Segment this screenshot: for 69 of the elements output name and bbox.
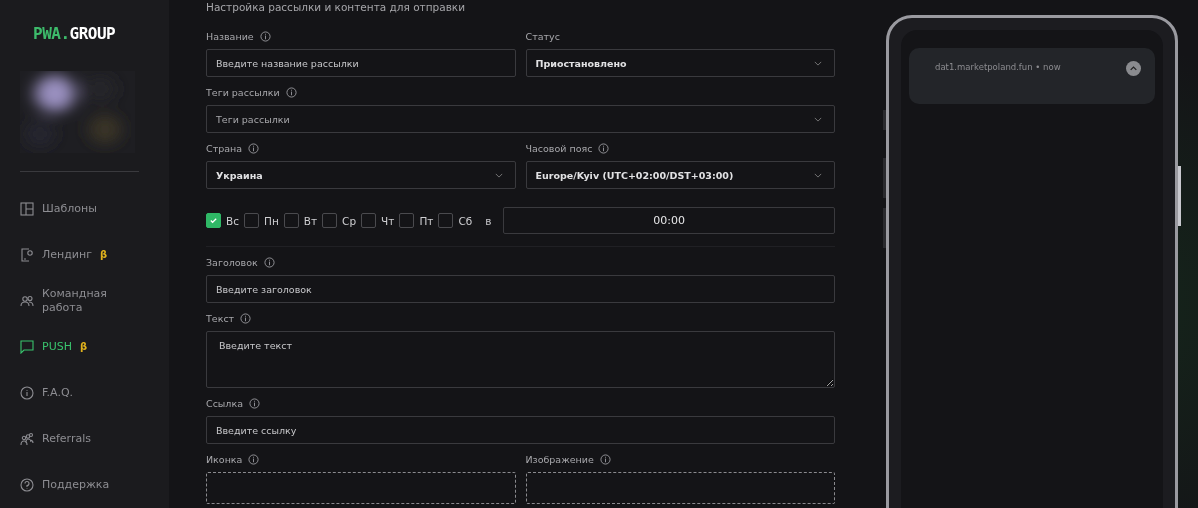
chat-icon (20, 340, 34, 354)
day-checkbox[interactable] (399, 213, 415, 228)
nav-item[interactable]: Шаблоны (0, 186, 103, 232)
text-area[interactable]: Введите текст (206, 331, 835, 388)
icon-dropzone[interactable] (206, 472, 516, 504)
day-label: Вс (226, 214, 239, 227)
field-label: Статус (525, 30, 560, 42)
day-label: Пн (264, 214, 279, 227)
nav-item[interactable]: Поддержка (0, 462, 116, 508)
info-icon (285, 86, 297, 98)
day-label: Ср (342, 214, 357, 227)
link-input[interactable]: Введите ссылку (206, 416, 835, 444)
nav-item[interactable]: F.A.Q. (0, 370, 80, 416)
day-checkbox[interactable] (244, 213, 259, 228)
nav-item[interactable]: PUSH β (0, 324, 94, 370)
nav-item[interactable]: Командная работа (0, 278, 130, 324)
field-label: Ссылка (206, 397, 243, 409)
day-label: Вт (303, 214, 318, 227)
info-icon (248, 142, 260, 154)
day-checkbox[interactable] (322, 213, 338, 228)
chevron-down-icon (494, 172, 503, 178)
info-icon (249, 397, 260, 409)
day-checkbox[interactable] (206, 213, 221, 228)
tags-select[interactable]: Теги рассылки (206, 105, 835, 133)
field-label: Часовой пояс (525, 142, 593, 154)
field-label: Текст (206, 312, 235, 324)
checkmark-icon (209, 216, 218, 225)
logo: PWA.GROUP (33, 24, 116, 45)
country-select[interactable]: Украина (206, 161, 516, 189)
field-label: Название (206, 30, 254, 42)
info-icon (20, 386, 34, 400)
status-select[interactable]: Приостановлено (525, 49, 835, 77)
info-icon (240, 312, 252, 324)
info-icon (263, 256, 275, 268)
field-label: Иконка (206, 453, 243, 465)
nav-item[interactable]: Лендинг β (0, 232, 114, 278)
collapse-icon[interactable] (1126, 61, 1141, 76)
chevron-down-icon (814, 60, 822, 66)
section-heading: Настройка рассылки и контента для отправки (206, 1, 466, 15)
chevron-down-icon (814, 172, 822, 178)
people-icon (20, 294, 34, 308)
at-label: в (485, 214, 492, 227)
time-input[interactable]: 00:00 (503, 207, 835, 234)
title-input[interactable]: Введите заголовок (206, 275, 835, 303)
field-label: Теги рассылки (206, 86, 280, 98)
day-checkbox[interactable] (361, 213, 377, 228)
notification-source: dat1.marketpoland.fun • now (935, 61, 1061, 72)
nav-item[interactable]: Referrals (0, 416, 97, 462)
info-icon (259, 30, 271, 42)
info-icon (599, 453, 611, 465)
timezone-select[interactable]: Europe/Kyiv (UTC+02:00/DST+03:00) (525, 161, 835, 189)
info-icon (248, 453, 260, 465)
beta-label: β (79, 341, 88, 353)
day-checkbox[interactable] (283, 213, 299, 228)
group-icon (20, 432, 34, 446)
chevron-down-icon (814, 116, 822, 122)
phone-gear-icon (20, 248, 34, 262)
day-label: Чт (381, 214, 395, 227)
help-icon (20, 478, 34, 492)
info-icon (598, 142, 610, 154)
field-label: Заголовок (206, 256, 258, 268)
field-label: Страна (206, 142, 243, 154)
day-checkbox[interactable] (438, 213, 454, 228)
field-label: Изображение (525, 453, 594, 465)
beta-label: β (99, 249, 108, 261)
day-label: Сб (458, 214, 473, 227)
day-label: Пт (419, 214, 434, 227)
name-input[interactable]: Введите название рассылки (206, 49, 516, 77)
layout-icon (20, 202, 34, 216)
